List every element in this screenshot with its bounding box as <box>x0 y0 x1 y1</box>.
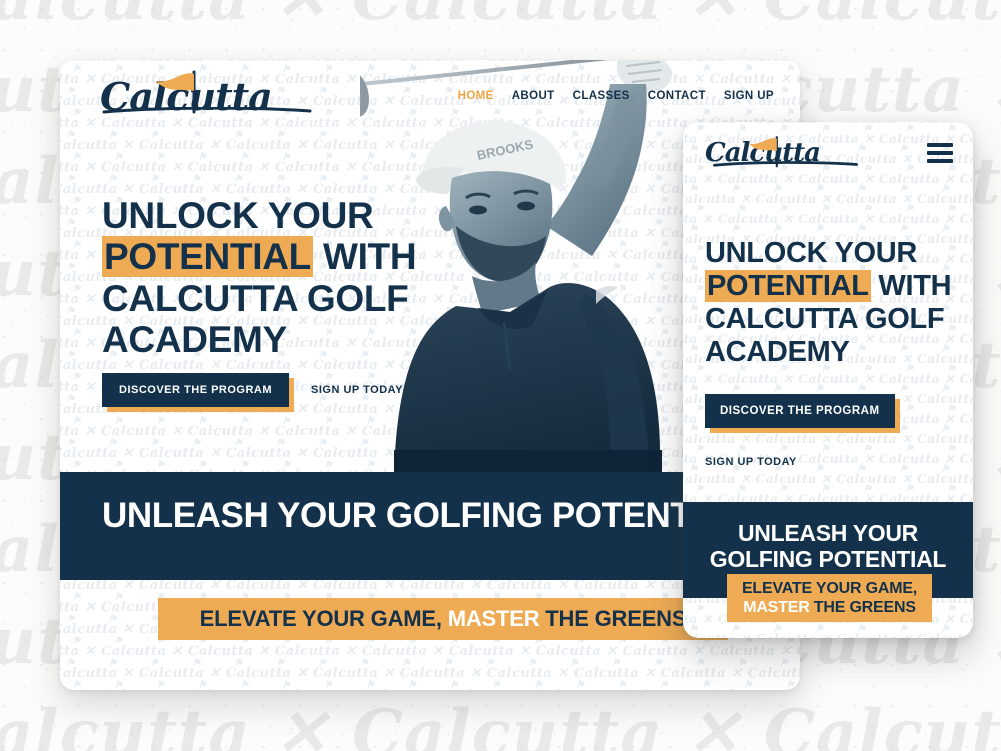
watermark-flag-row: ⚑⚑⚑⚑⚑⚑⚑⚑⚑⚑⚑⚑⚑⚑⚑⚑⚑⚑⚑⚑⚑⚑ <box>689 224 973 235</box>
mobile-discover-the-program-button[interactable]: DISCOVER THE PROGRAM <box>705 394 900 433</box>
watermark-flag-row: ⚑⚑⚑⚑⚑⚑⚑⚑⚑⚑⚑⚑⚑⚑⚑⚑⚑⚑⚑⚑⚑⚑ <box>689 624 973 635</box>
mobile-subbar-part2: THE GREENS <box>809 599 916 616</box>
mobile-subbar-part1: ELEVATE YOUR GAME, <box>741 579 918 597</box>
desktop-bottom-section: WANT TO LEARN GOLF, <box>60 646 800 690</box>
watermark-flag-row: ⚑⚑⚑⚑⚑⚑⚑⚑⚑⚑⚑⚑⚑⚑⚑⚑⚑⚑⚑⚑⚑⚑ <box>689 184 973 195</box>
desktop-hero-title: UNLOCK YOUR POTENTIAL WITH CALCUTTA GOLF… <box>102 195 442 361</box>
watermark-row: Calcutta ✕ Calcutta ✕ Calcutta ✕ Calcutt… <box>683 192 973 206</box>
mobile-discover-button-light: THE PROGRAM <box>784 405 880 417</box>
watermark-row: Calcutta ✕ Calcutta ✕ Calcutta ✕ Calcutt… <box>683 212 973 226</box>
desktop-promo-subbar: ELEVATE YOUR GAME, MASTER THE GREENS <box>158 598 728 640</box>
hero-title-highlight: POTENTIAL <box>102 236 313 278</box>
mobile-sign-up-today-link[interactable]: SIGN UP TODAY <box>705 456 797 468</box>
watermark-row: Calcutta ✕ Calcutta ✕ Calcutta ✕ Calcutt… <box>683 472 973 486</box>
hamburger-bar-2 <box>927 151 953 155</box>
mobile-hero-highlight: POTENTIAL <box>705 270 871 303</box>
desktop-subbar-text: ELEVATE YOUR GAME, MASTER THE GREENS <box>200 606 687 632</box>
nav-item-about[interactable]: ABOUT <box>512 90 555 102</box>
watermark-row: Calcutta ✕ Calcutta ✕ Calcutta ✕ Calcutt… <box>683 372 973 386</box>
mobile-hero-line2-rest: WITH <box>870 270 952 303</box>
nav-item-contact[interactable]: CONTACT <box>648 90 706 102</box>
subbar-part1: ELEVATE YOUR GAME, <box>199 606 448 631</box>
nav-item-home[interactable]: HOME <box>458 90 494 102</box>
hero-title-line3: CALCUTTA GOLF <box>102 277 409 319</box>
watermark-row: Calcutta ✕ Calcutta ✕ Calcutta ✕ Calcutt… <box>683 432 973 446</box>
mobile-logo[interactable]: Calcutta <box>683 136 858 168</box>
mobile-band-title: UNLEASH YOUR GOLFING POTENTIAL <box>683 520 973 573</box>
hero-title-line1: UNLOCK YOUR <box>102 195 374 236</box>
hamburger-bar-3 <box>927 159 953 163</box>
mobile-band-line1: UNLEASH YOUR <box>738 520 918 546</box>
subbar-highlight: MASTER <box>447 606 540 631</box>
mobile-band-line2: GOLFING POTENTIAL <box>709 546 947 573</box>
desktop-hero-cta-group: DISCOVER THE PROGRAM SIGN UP TODAY <box>102 373 403 412</box>
watermark-flag-row: ⚑⚑⚑⚑⚑⚑⚑⚑⚑⚑⚑⚑⚑⚑⚑⚑⚑⚑⚑⚑⚑⚑ <box>683 484 973 495</box>
mobile-signup-wrapper: SIGN UP TODAY <box>705 452 797 470</box>
nav-item-sign-up[interactable]: SIGN UP <box>724 90 774 102</box>
mobile-discover-button-bold: DISCOVER <box>720 405 785 417</box>
desktop-band-title: UNLEASH YOUR GOLFING POTENTIAL <box>102 496 747 535</box>
discover-the-program-button[interactable]: DISCOVER THE PROGRAM <box>102 373 295 412</box>
mobile-cta-group: DISCOVER THE PROGRAM <box>705 394 900 433</box>
desktop-logo[interactable]: Calcutta <box>60 70 312 119</box>
hero-title-line2-rest: WITH <box>312 236 417 278</box>
discover-button-bold: DISCOVER <box>119 384 181 396</box>
mobile-hero-line1: UNLOCK YOUR <box>705 237 918 269</box>
mobile-hero-title: UNLOCK YOUR POTENTIAL WITH CALCUTTA GOLF… <box>705 237 955 369</box>
mobile-preview-card: Calcutta ✕ Calcutta ✕ Calcutta ✕ Calcutt… <box>683 122 973 638</box>
watermark-flag-row: ⚑⚑⚑⚑⚑⚑⚑⚑⚑⚑⚑⚑⚑⚑⚑⚑⚑⚑⚑⚑⚑⚑ <box>683 204 973 215</box>
discover-button-light: THE PROGRAM <box>180 384 273 396</box>
logo-underline <box>102 106 312 113</box>
mobile-hero-line4: ACADEMY <box>705 336 850 369</box>
mobile-subbar-text: ELEVATE YOUR GAME, MASTER THE GREENS <box>742 579 917 617</box>
desktop-navigation: HOME ABOUT CLASSES CONTACT SIGN UP <box>458 90 774 102</box>
hero-title-line4: ACADEMY <box>102 319 287 361</box>
logo-underline <box>713 161 858 167</box>
mobile-promo-subbar: ELEVATE YOUR GAME, MASTER THE GREENS <box>727 574 932 622</box>
watermark-row: Calcutta ✕ Calcutta ✕ Calcutta ✕ Calcutt… <box>683 632 973 638</box>
hamburger-bar-1 <box>927 143 953 147</box>
mobile-subbar-highlight: MASTER <box>743 599 810 616</box>
hamburger-menu-icon[interactable] <box>927 143 953 163</box>
nav-item-classes[interactable]: CLASSES <box>573 90 630 102</box>
mobile-hero-line3: CALCUTTA GOLF <box>705 303 945 336</box>
subbar-part2: THE GREENS <box>539 606 687 631</box>
mobile-header: Calcutta <box>683 122 973 184</box>
sign-up-today-link[interactable]: SIGN UP TODAY <box>311 384 403 396</box>
